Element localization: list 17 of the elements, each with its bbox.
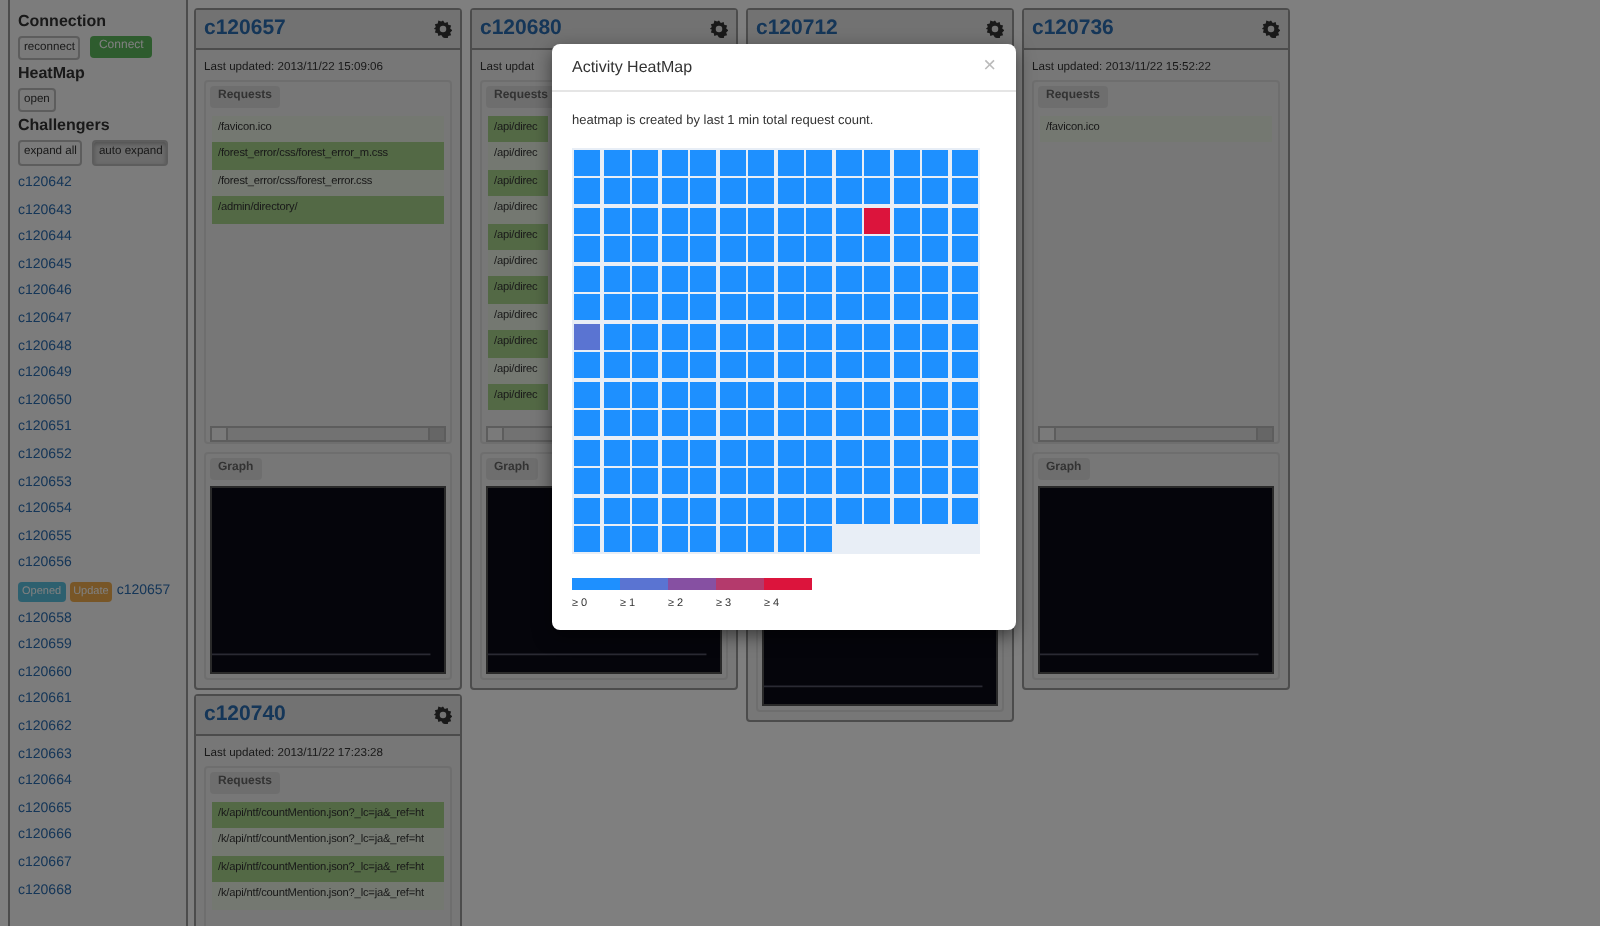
dialog-title: Activity HeatMap [572,55,693,79]
close-button[interactable]: × [983,56,996,78]
gear-icon[interactable] [1262,20,1280,38]
panel-title[interactable]: c120680 [480,13,562,45]
panel-title[interactable]: c120712 [756,13,838,45]
panel-title[interactable]: c120736 [1032,13,1114,45]
panel-title[interactable]: c120657 [204,13,286,45]
horizontal-scrollbar[interactable] [210,426,446,442]
gear-icon[interactable] [986,20,1004,38]
gear-icon[interactable] [710,20,728,38]
section-heading: Connection [18,14,108,32]
gear-icon[interactable] [434,20,452,38]
panel-title[interactable]: c120740 [204,699,286,731]
section-heading: Challengers [18,118,112,137]
gear-icon[interactable] [434,706,452,724]
horizontal-scrollbar[interactable] [1038,426,1274,442]
section-heading: HeatMap [18,66,87,84]
